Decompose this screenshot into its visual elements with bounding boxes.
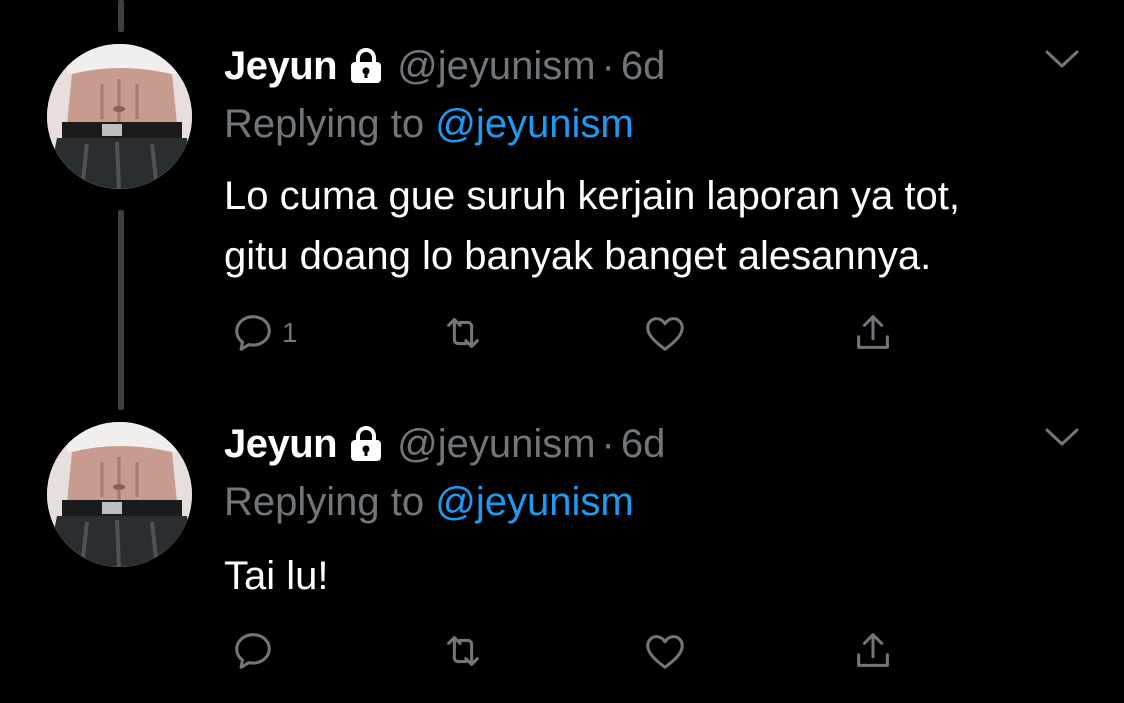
tweet[interactable]: Jeyun @jeyunism · 6d Replying to @jeyuni… [0,40,1124,370]
tweet-header: Jeyun @jeyunism · 6d [224,418,665,470]
reply-button[interactable] [230,626,282,676]
display-name[interactable]: Jeyun [224,44,338,89]
like-icon [646,635,684,669]
thread-line-top [118,0,124,32]
timestamp[interactable]: 6d [621,422,666,467]
share-button[interactable] [850,308,896,358]
retweet-icon [447,318,479,348]
chevron-down-icon[interactable] [1044,48,1080,70]
like-button[interactable] [642,626,688,676]
display-name[interactable]: Jeyun [224,422,338,467]
tweet-actions: 1 [0,308,1124,358]
chevron-down-icon[interactable] [1044,426,1080,448]
separator-dot: · [601,421,615,466]
separator-dot: · [601,43,615,88]
replying-to: Replying to @jeyunism [224,102,634,147]
share-icon [857,633,889,667]
tweet[interactable]: Jeyun @jeyunism · 6d Replying to @jeyuni… [0,418,1124,703]
lock-icon [349,48,383,84]
share-button[interactable] [850,626,896,676]
retweet-button[interactable] [440,308,486,358]
replying-to: Replying to @jeyunism [224,480,634,525]
reply-icon [235,633,271,669]
avatar[interactable] [47,422,192,567]
reply-count: 1 [282,317,298,348]
replying-to-label: Replying to [224,102,425,146]
reply-icon [235,315,271,351]
replying-to-mention[interactable]: @jeyunism [435,102,633,146]
tweet-text-line: gitu doang lo banyak banget alesannya. [224,234,932,278]
share-icon [857,315,889,349]
retweet-icon [447,636,479,666]
reply-button[interactable]: 1 [230,308,298,358]
tweet-header: Jeyun @jeyunism · 6d [224,40,665,92]
tweet-text-line: Tai lu! [224,554,329,598]
lock-icon [349,426,383,462]
handle[interactable]: @jeyunism [397,422,595,467]
replying-to-mention[interactable]: @jeyunism [435,480,633,524]
replying-to-label: Replying to [224,480,425,524]
timestamp[interactable]: 6d [621,44,666,89]
tweet-actions [0,626,1124,676]
like-icon [646,317,684,351]
handle[interactable]: @jeyunism [397,44,595,89]
tweet-text-line: Lo cuma gue suruh kerjain laporan ya tot… [224,174,960,218]
retweet-button[interactable] [440,626,486,676]
avatar-image [47,44,192,189]
like-button[interactable] [642,308,688,358]
avatar-image [47,422,192,567]
avatar[interactable] [47,44,192,189]
tweet-text: Lo cuma gue suruh kerjain laporan ya tot… [224,166,960,286]
tweet-text: Tai lu! [224,546,329,606]
